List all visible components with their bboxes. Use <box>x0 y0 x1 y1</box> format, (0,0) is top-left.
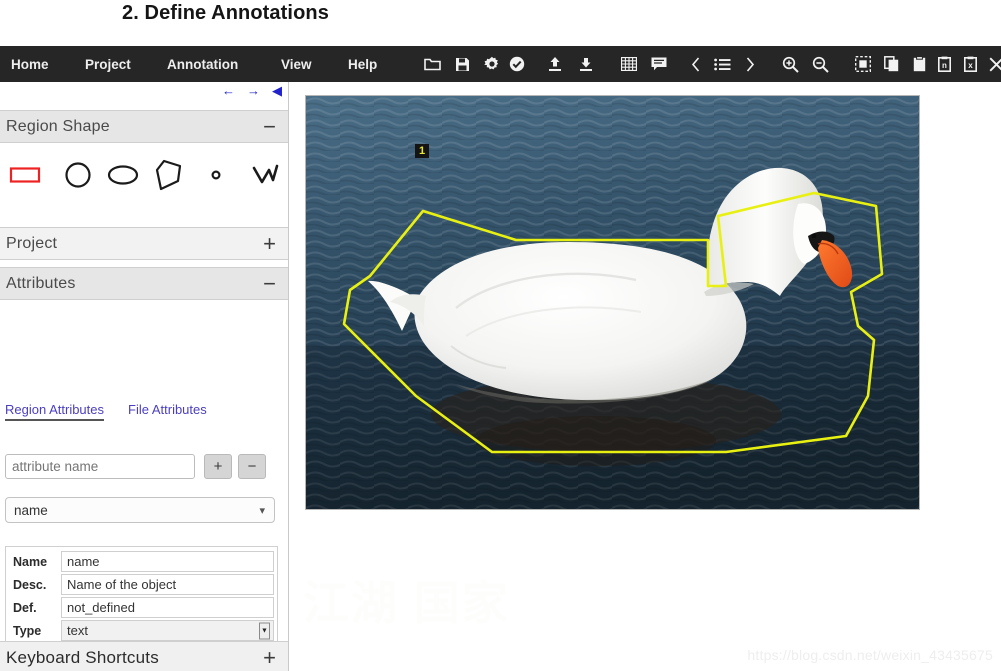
panel-toggle-project[interactable]: + <box>263 232 276 255</box>
download-icon[interactable] <box>574 46 598 82</box>
menu-annotation[interactable]: Annotation <box>167 57 238 72</box>
remove-attribute-button[interactable]: − <box>238 454 266 479</box>
check-circle-icon[interactable] <box>505 46 529 82</box>
attribute-type-select[interactable]: text ▼ <box>61 620 274 641</box>
attribute-select-value: name <box>14 502 48 518</box>
panel-title-project: Project <box>6 234 58 252</box>
page-title: 2. Define Annotations <box>122 2 329 24</box>
add-attribute-button[interactable]: + <box>204 454 232 479</box>
shape-point[interactable] <box>195 152 236 198</box>
svg-text:x: x <box>968 61 973 70</box>
via-annotator-window: 2. Define Annotations Home Project Annot… <box>0 0 1001 671</box>
panel-header-keyboard-shortcuts[interactable]: Keyboard Shortcuts + <box>0 641 288 671</box>
panel-header-attributes[interactable]: Attributes − <box>0 267 288 300</box>
tab-region-attributes[interactable]: Region Attributes <box>5 402 105 421</box>
list-icon[interactable] <box>710 46 734 82</box>
grid-icon[interactable] <box>617 46 641 82</box>
clipboard-n-icon[interactable]: n <box>932 46 956 82</box>
panel-toggle-attributes[interactable]: − <box>263 272 276 295</box>
faint-watermark: 江湖 国家 <box>303 577 510 629</box>
attribute-default-value[interactable]: not_defined <box>61 597 274 618</box>
panel-header-project[interactable]: Project + <box>0 227 288 260</box>
page-title-bar: 2. Define Annotations <box>0 0 1001 46</box>
shape-rectangle[interactable] <box>4 152 45 198</box>
panel-toggle-region-shape[interactable]: − <box>263 115 276 138</box>
shape-ellipse[interactable] <box>103 152 144 198</box>
shape-polyline[interactable] <box>247 152 288 198</box>
table-row: Type text ▼ <box>9 620 274 641</box>
upload-icon[interactable] <box>543 46 567 82</box>
table-row: Def. not_defined <box>9 597 274 618</box>
attribute-detail-table: Name name Desc. Name of the object Def. … <box>5 546 278 647</box>
save-floppy-icon[interactable] <box>450 46 474 82</box>
panel-toggle-keyboard-shortcuts[interactable]: + <box>263 646 276 669</box>
left-sidebar: ← → ◀ Region Shape − Project + Attribute… <box>0 82 289 671</box>
attribute-tabs: Region Attributes File Attributes <box>0 400 288 426</box>
panel-header-region-shape[interactable]: Region Shape − <box>0 110 288 143</box>
clipboard-x-icon[interactable]: x <box>958 46 982 82</box>
menu-view[interactable]: View <box>281 57 312 72</box>
gear-icon[interactable] <box>480 46 504 82</box>
swan-photo <box>306 96 919 509</box>
menu-bar: Home Project Annotation View Help n x <box>0 46 1001 82</box>
attribute-row-label: Desc. <box>13 577 47 592</box>
shape-polygon[interactable] <box>148 152 189 198</box>
chevron-down-icon: ▾ <box>259 504 265 517</box>
attribute-name-input[interactable] <box>5 454 195 479</box>
attribute-type-value: text <box>67 623 88 638</box>
attribute-add-row: + − <box>5 454 283 480</box>
comment-icon[interactable] <box>647 46 671 82</box>
prev-image-arrow[interactable]: ← <box>222 84 235 97</box>
image-canvas-area[interactable]: 1 江湖 国家 https://blog.csdn.net/weixin_434… <box>289 82 1001 671</box>
attribute-desc-value[interactable]: Name of the object <box>61 574 274 595</box>
copy-icon[interactable] <box>879 46 903 82</box>
paste-icon[interactable] <box>907 46 931 82</box>
region-label-badge: 1 <box>415 144 430 159</box>
svg-text:n: n <box>942 61 947 70</box>
panel-title-attributes: Attributes <box>6 274 76 292</box>
attribute-row-label: Type <box>13 623 42 638</box>
shape-circle[interactable] <box>57 152 98 198</box>
annotated-image-frame[interactable]: 1 <box>305 95 920 510</box>
close-x-icon[interactable] <box>984 46 1001 82</box>
collapse-panel-arrow[interactable]: ◀ <box>272 84 282 97</box>
menu-home[interactable]: Home <box>11 57 49 72</box>
attribute-row-label: Name <box>13 554 48 569</box>
attribute-name-value[interactable]: name <box>61 551 274 572</box>
chevron-left-icon[interactable] <box>684 46 708 82</box>
zoom-in-icon[interactable] <box>778 46 802 82</box>
menu-project[interactable]: Project <box>85 57 131 72</box>
zoom-out-icon[interactable] <box>808 46 832 82</box>
select-region-icon[interactable] <box>851 46 875 82</box>
sidebar-nav-arrows: ← → ◀ <box>222 84 282 97</box>
chevron-down-icon: ▼ <box>259 622 270 639</box>
chevron-right-icon[interactable] <box>738 46 762 82</box>
folder-open-icon[interactable] <box>420 46 444 82</box>
panel-title-keyboard-shortcuts: Keyboard Shortcuts <box>6 647 159 667</box>
panel-title-region-shape: Region Shape <box>6 117 110 135</box>
region-shape-palette <box>0 144 288 206</box>
next-image-arrow[interactable]: → <box>247 84 260 97</box>
menu-help[interactable]: Help <box>348 57 377 72</box>
table-row: Desc. Name of the object <box>9 574 274 595</box>
tab-file-attributes[interactable]: File Attributes <box>128 402 207 417</box>
attribute-row-label: Def. <box>13 600 37 615</box>
watermark-url: https://blog.csdn.net/weixin_43435675 <box>747 647 993 663</box>
attribute-select[interactable]: name ▾ <box>5 497 275 523</box>
table-row: Name name <box>9 551 274 572</box>
